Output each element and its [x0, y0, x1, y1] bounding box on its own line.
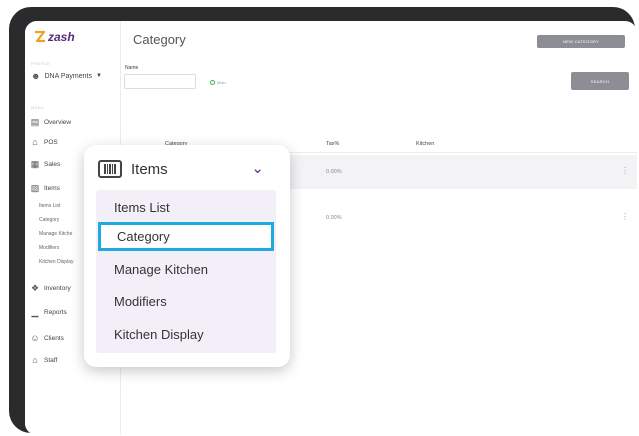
- home-icon: ⌂: [32, 137, 38, 147]
- sidebar-item-label: Items: [44, 184, 60, 192]
- profile-section-label: PROFILE: [31, 61, 51, 66]
- profile-name: DNA Payments: [44, 72, 92, 80]
- brand-logo[interactable]: zash: [33, 30, 75, 44]
- barcode-icon: ▧: [30, 182, 40, 193]
- main-radio[interactable]: Main: [210, 80, 226, 85]
- items-menu-popup: Items ⌄ Items List Category Manage Kitch…: [84, 145, 290, 367]
- more-options-icon[interactable]: ⋮: [621, 166, 629, 175]
- radio-icon: [210, 80, 215, 85]
- sidebar-subitem-items-list[interactable]: Items List: [39, 203, 60, 209]
- sidebar-item-inventory[interactable]: ❖ Inventory: [30, 283, 71, 293]
- menu-item-kitchen-display[interactable]: Kitchen Display: [98, 320, 274, 349]
- reports-icon: ▁: [31, 306, 39, 317]
- brand-name: zash: [48, 30, 75, 44]
- zash-logo-icon: [33, 30, 46, 44]
- barcode-icon: [98, 160, 122, 178]
- items-submenu: Items List Category Manage Kitchen Modif…: [96, 190, 276, 353]
- sidebar-item-sales[interactable]: ▦ Sales: [30, 158, 61, 169]
- sidebar-subitem-manage-kitchen[interactable]: Manage Kitche: [39, 231, 72, 237]
- sidebar-item-clients[interactable]: ☺ Clients: [30, 333, 64, 343]
- menu-section-label: MENU: [31, 105, 44, 110]
- sidebar-item-label: Overview: [44, 118, 72, 126]
- chevron-down-icon: ▼: [95, 73, 102, 79]
- tax-cell: 0.00%: [326, 169, 342, 175]
- sales-icon: ▦: [30, 158, 40, 169]
- name-filter-input[interactable]: [124, 74, 196, 89]
- chevron-down-icon[interactable]: ⌄: [251, 159, 264, 177]
- sidebar-item-staff[interactable]: ⌂ Staff: [30, 355, 57, 365]
- sidebar-subitem-category[interactable]: Category: [39, 217, 59, 223]
- overview-icon: ▤: [30, 116, 40, 127]
- sidebar-item-overview[interactable]: ▤ Overview: [30, 117, 71, 127]
- user-icon: ☻: [31, 71, 41, 81]
- items-menu-title: Items: [131, 160, 168, 178]
- column-header-tax[interactable]: Tax%: [326, 141, 339, 147]
- sidebar-item-label: POS: [44, 138, 58, 146]
- menu-item-modifiers[interactable]: Modifiers: [98, 287, 274, 316]
- profile-selector[interactable]: ☻ DNA Payments ▼: [31, 71, 102, 81]
- sidebar-item-pos[interactable]: ⌂ POS: [30, 137, 58, 147]
- tax-cell: 0.00%: [326, 215, 342, 221]
- sidebar-item-label: Staff: [44, 356, 58, 364]
- more-options-icon[interactable]: ⋮: [621, 212, 629, 221]
- radio-label: Main: [217, 80, 226, 85]
- items-menu-header[interactable]: Items ⌄: [98, 159, 276, 179]
- name-filter-label: Name: [125, 65, 139, 71]
- sidebar-subitem-modifiers[interactable]: Modifiers: [39, 245, 59, 251]
- new-category-button[interactable]: NEW CATEGORY: [537, 35, 625, 48]
- sidebar-item-items[interactable]: ▧ Items: [30, 183, 60, 193]
- sidebar-item-label: Clients: [44, 334, 64, 342]
- inventory-icon: ❖: [30, 282, 40, 293]
- sidebar-item-label: Reports: [44, 308, 67, 316]
- page-title: Category: [133, 32, 186, 47]
- sidebar-subitem-kitchen-display[interactable]: Kitchen Display: [39, 259, 73, 265]
- staff-icon: ⌂: [32, 355, 38, 365]
- clients-icon: ☺: [30, 333, 40, 343]
- sidebar-item-reports[interactable]: ▁ Reports: [30, 307, 67, 317]
- sidebar-item-label: Sales: [44, 160, 61, 168]
- search-button[interactable]: SEARCH: [571, 72, 629, 90]
- column-header-kitchen[interactable]: Kitchen: [416, 141, 434, 147]
- sidebar-item-label: Inventory: [44, 284, 71, 292]
- menu-item-manage-kitchen[interactable]: Manage Kitchen: [98, 255, 274, 284]
- menu-item-items-list[interactable]: Items List: [98, 193, 274, 222]
- menu-item-category[interactable]: Category: [98, 222, 274, 251]
